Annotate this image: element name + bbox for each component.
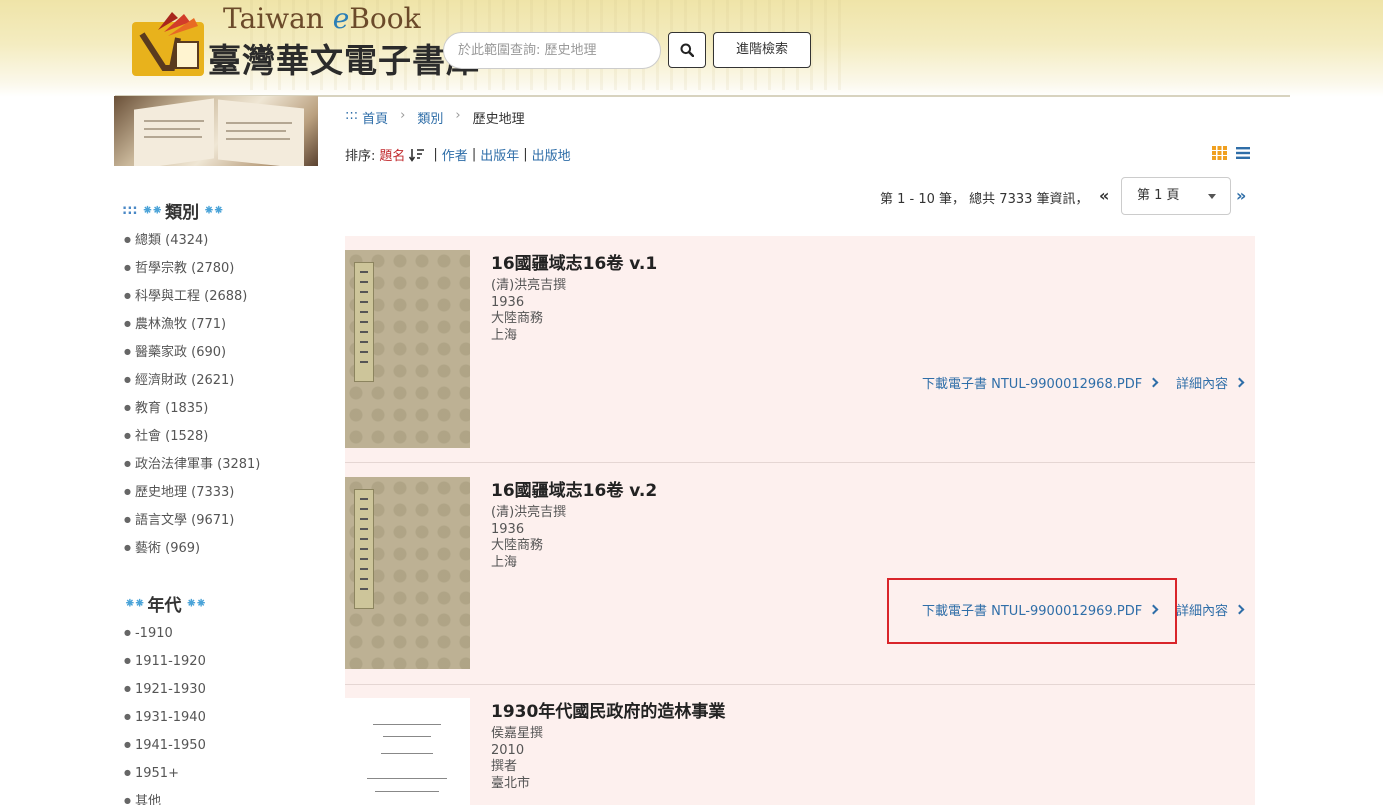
result-year: 1936 (491, 295, 525, 310)
result-author: (清)洪亮吉撰 (491, 505, 567, 520)
highlight-box (887, 578, 1177, 644)
result-item: 16國疆域志16卷 v.1 (清)洪亮吉撰 1936 大陸商務 上海 下載電子書… (345, 236, 1255, 463)
sort-bar: 排序: 題名 | 作者 | 出版年 | 出版地 (345, 145, 571, 164)
sidebar-banner-image (114, 96, 318, 166)
search-icon (680, 43, 694, 57)
site-logo[interactable]: Taiwan eBook 臺灣華文電子書庫 (118, 0, 479, 82)
detail-label: 詳細內容 (1176, 604, 1229, 619)
result-author: 侯嘉星撰 (491, 726, 544, 741)
sort-by-year[interactable]: 出版年 (480, 145, 519, 164)
logo-chinese-text: 臺灣華文電子書庫 (208, 41, 480, 80)
sort-divider: | (523, 147, 528, 162)
search-button[interactable] (668, 32, 706, 68)
category-item[interactable]: 社會 (1528) (124, 422, 260, 450)
search-input[interactable]: 於此範圍查詢: 歷史地理 (443, 32, 661, 69)
chevron-right-icon (1234, 604, 1245, 615)
breadcrumb: ::: 首頁 › 類別 › 歷史地理 (345, 108, 525, 127)
category-list: 總類 (4324) 哲學宗教 (2780) 科學與工程 (2688) 農林漁牧 … (124, 226, 260, 562)
last-page-icon[interactable]: » (1236, 186, 1246, 205)
breadcrumb-separator-icon: › (400, 108, 406, 123)
download-ebook-link[interactable]: 下載電子書 NTUL-9900012968.PDF (922, 373, 1159, 392)
result-author: (清)洪亮吉撰 (491, 278, 567, 293)
category-heading: ::: ⁕⁕ 類別 ⁕⁕ (122, 198, 225, 224)
breadcrumb-current: 歷史地理 (472, 112, 525, 127)
download-ebook-label: 下載電子書 NTUL-9900012968.PDF (922, 377, 1143, 392)
list-view-icon[interactable] (1236, 146, 1250, 160)
category-item[interactable]: 醫藥家政 (690) (124, 338, 260, 366)
sort-divider: | (471, 147, 477, 162)
advanced-search-button[interactable]: 進階檢索 (713, 32, 811, 68)
era-heading-label: 年代 (147, 596, 182, 616)
result-place: 上海 (491, 328, 518, 343)
grid-view-icon[interactable] (1212, 146, 1227, 160)
category-item[interactable]: 語言文學 (9671) (124, 506, 260, 534)
book-cover-image[interactable] (345, 250, 470, 448)
era-list: -1910 1911-1920 1921-1930 1931-1940 1941… (124, 619, 206, 805)
sort-by-place[interactable]: 出版地 (532, 145, 571, 164)
result-place: 上海 (491, 555, 518, 570)
result-year: 1936 (491, 522, 525, 537)
era-item[interactable]: 1941-1950 (124, 731, 206, 759)
category-item[interactable]: 總類 (4324) (124, 226, 260, 254)
result-title[interactable]: 1930年代國民政府的造林事業 (491, 697, 725, 722)
sort-by-title[interactable]: 題名 (379, 145, 405, 164)
breadcrumb-prefix[interactable]: ::: (345, 108, 358, 127)
chevron-right-icon (1148, 377, 1159, 388)
category-item[interactable]: 農林漁牧 (771) (124, 310, 260, 338)
ornament-right-icon: ⁕⁕ (185, 595, 207, 612)
chevron-right-icon (1234, 377, 1245, 388)
category-item[interactable]: 科學與工程 (2688) (124, 282, 260, 310)
ornament-right-icon: ⁕⁕ (203, 202, 225, 219)
triple-dot-icon: ::: (122, 203, 138, 218)
result-publisher: 大陸商務 (491, 311, 544, 326)
logo-book-icon (132, 12, 204, 76)
category-item[interactable]: 政治法律軍事 (3281) (124, 450, 260, 478)
era-item[interactable]: 1931-1940 (124, 703, 206, 731)
category-item[interactable]: 歷史地理 (7333) (124, 478, 260, 506)
ornament-left-icon: ⁕⁕ (141, 202, 164, 219)
result-title[interactable]: 16國疆域志16卷 v.1 (491, 249, 657, 274)
result-item: 1930年代國民政府的造林事業 侯嘉星撰 2010 撰者 臺北市 (345, 685, 1255, 805)
era-item[interactable]: 1951+ (124, 759, 206, 787)
breadcrumb-home-link[interactable]: 首頁 (362, 108, 388, 127)
category-item[interactable]: 教育 (1835) (124, 394, 260, 422)
sort-descending-icon[interactable] (409, 148, 425, 162)
page-select[interactable]: 第 1 頁 (1121, 177, 1231, 215)
result-publisher: 大陸商務 (491, 538, 544, 553)
result-publisher: 撰者 (491, 759, 518, 774)
sort-divider: | (433, 147, 438, 162)
result-item: 16國疆域志16卷 v.2 (清)洪亮吉撰 1936 大陸商務 上海 下載電子書… (345, 463, 1255, 685)
result-title[interactable]: 16國疆域志16卷 v.2 (491, 476, 657, 501)
first-page-icon[interactable]: « (1099, 186, 1109, 205)
breadcrumb-category-link[interactable]: 類別 (417, 108, 443, 127)
era-item[interactable]: 1911-1920 (124, 647, 206, 675)
era-heading: ⁕⁕ 年代 ⁕⁕ (124, 591, 207, 617)
pager-summary: 第 1 - 10 筆， 總共 7333 筆資訊， (880, 192, 1089, 207)
logo-english-text: Taiwan eBook (223, 2, 421, 35)
book-cover-image[interactable] (345, 477, 470, 669)
page-select-value: 第 1 頁 (1137, 188, 1180, 203)
result-year: 2010 (491, 743, 525, 758)
site-header: Taiwan eBook 臺灣華文電子書庫 於此範圍查詢: 歷史地理 進階檢索 (0, 0, 1383, 97)
category-heading-label: 類別 (165, 203, 200, 223)
era-item[interactable]: 其他 (124, 787, 206, 805)
book-cover-image[interactable] (345, 698, 470, 805)
detail-label: 詳細內容 (1176, 377, 1229, 392)
era-item[interactable]: 1921-1930 (124, 675, 206, 703)
ornament-left-icon: ⁕⁕ (124, 595, 146, 612)
category-item[interactable]: 經濟財政 (2621) (124, 366, 260, 394)
category-item[interactable]: 哲學宗教 (2780) (124, 254, 260, 282)
detail-link[interactable]: 詳細內容 (1176, 600, 1245, 619)
result-place: 臺北市 (491, 776, 531, 791)
sort-by-author[interactable]: 作者 (442, 145, 468, 164)
breadcrumb-separator-icon: › (455, 108, 461, 123)
category-item[interactable]: 藝術 (969) (124, 534, 260, 562)
detail-link[interactable]: 詳細內容 (1176, 373, 1245, 392)
caret-down-icon (1208, 194, 1216, 199)
era-item[interactable]: -1910 (124, 619, 206, 647)
sort-label: 排序: (345, 149, 376, 164)
